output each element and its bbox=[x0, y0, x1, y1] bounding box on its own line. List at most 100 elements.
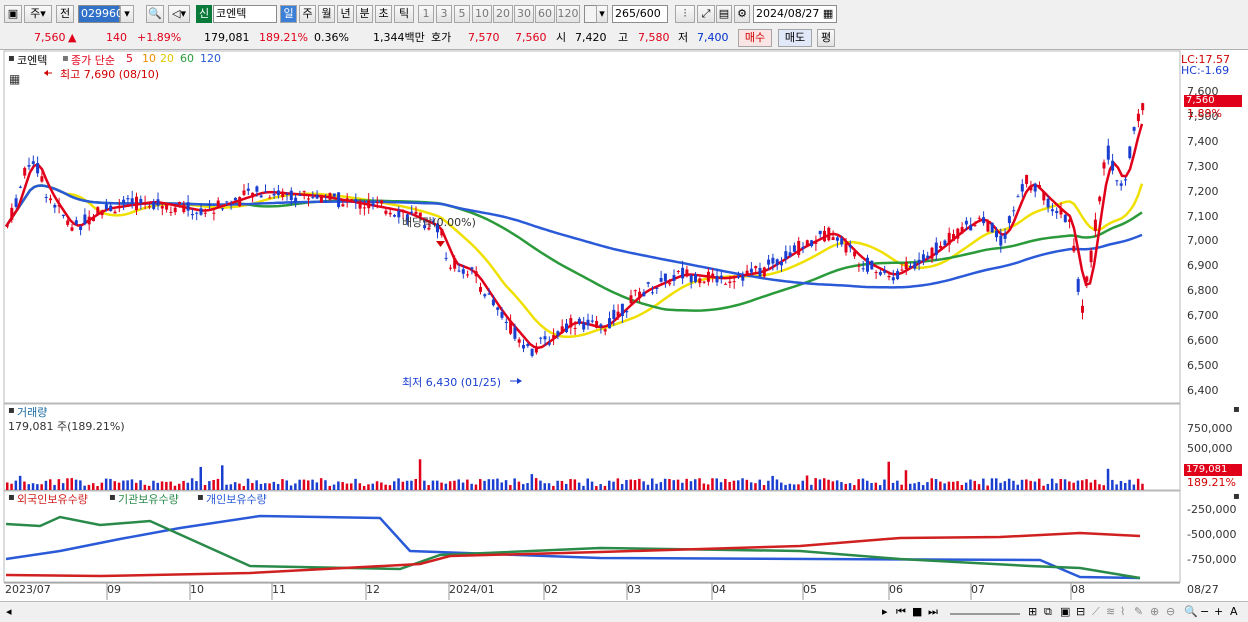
tf-week[interactable]: 주 bbox=[299, 5, 316, 23]
volume-bar bbox=[625, 479, 628, 490]
scroll-left-icon[interactable]: ◂ bbox=[6, 605, 12, 618]
panel-toggle-icon[interactable]: ▪ bbox=[8, 53, 15, 64]
volume-bar bbox=[939, 481, 942, 490]
candle-body bbox=[1085, 276, 1089, 282]
candle-type-icon[interactable]: ⫶ bbox=[675, 5, 695, 23]
interval-30[interactable]: 30 bbox=[514, 5, 534, 23]
x-axis-label: 02 bbox=[544, 583, 558, 596]
copy-icon[interactable]: ⧉ bbox=[1044, 605, 1052, 618]
candle-body bbox=[298, 194, 302, 196]
scroll-bar[interactable]: ◂ ▸ ⏮ ■ ⏭ ⊞ ⧉ ▣ ⊟ ⟋ ≋ ⌇ ✎ ⊕ ⊖ 🔍 − + A bbox=[0, 601, 1248, 622]
interval-120[interactable]: 120 bbox=[556, 5, 580, 23]
first-page-icon[interactable]: ⏮ bbox=[896, 605, 906, 618]
plus-icon[interactable]: + bbox=[1214, 605, 1223, 618]
scroll-right-icon[interactable]: ▸ bbox=[882, 605, 888, 618]
grid-icon[interactable]: ⊟ bbox=[1076, 605, 1085, 618]
volume-bar bbox=[61, 483, 65, 490]
volume-bar bbox=[302, 479, 306, 490]
tf-year[interactable]: 년 bbox=[337, 5, 354, 23]
volume-panel-toggle-icon[interactable]: ▪ bbox=[8, 405, 15, 416]
ma-toggle-icon[interactable]: ▪ bbox=[62, 53, 69, 64]
holding-panel-close-icon[interactable]: ▪ bbox=[1233, 491, 1240, 502]
tf-month[interactable]: 월 bbox=[318, 5, 335, 23]
volume-bar bbox=[827, 479, 830, 490]
candle-body bbox=[496, 307, 500, 310]
font-size-icon[interactable]: A bbox=[1230, 605, 1238, 618]
candle-body bbox=[818, 230, 822, 235]
wave-icon[interactable]: ⌇ bbox=[1120, 605, 1125, 618]
volume-bar bbox=[1020, 479, 1024, 490]
tf-tick[interactable]: 틱 bbox=[394, 5, 414, 23]
candle-body bbox=[646, 282, 650, 284]
trend-line-icon[interactable]: ⟋ bbox=[1092, 605, 1100, 618]
tf-second[interactable]: 초 bbox=[375, 5, 392, 23]
pen-icon[interactable]: ✎ bbox=[1134, 605, 1143, 618]
candle-body bbox=[956, 228, 960, 239]
chart-canvas[interactable] bbox=[0, 50, 1248, 601]
candle-body bbox=[823, 230, 826, 242]
volume-bar bbox=[225, 484, 228, 490]
interval-5[interactable]: 5 bbox=[454, 5, 470, 23]
search-icon[interactable]: 🔍 bbox=[146, 5, 164, 23]
holding-panel-toggle-icon[interactable]: ▪ bbox=[8, 492, 15, 503]
candle-body bbox=[66, 220, 70, 225]
eval-button[interactable]: 평 bbox=[817, 29, 835, 47]
zoom-out-icon[interactable]: ⊖ bbox=[1166, 605, 1175, 618]
magnifier-icon[interactable]: 🔍 bbox=[1184, 605, 1198, 618]
volume-bar bbox=[870, 483, 873, 490]
interval-20[interactable]: 20 bbox=[493, 5, 513, 23]
zoom-slider[interactable] bbox=[950, 605, 1020, 615]
stock-code-input[interactable]: 029960 bbox=[78, 5, 123, 23]
zoom-in-icon[interactable]: ⊕ bbox=[1150, 605, 1159, 618]
volume-bar bbox=[74, 479, 78, 490]
period-select[interactable]: 주▾ bbox=[24, 5, 52, 23]
last-page-icon[interactable]: ⏭ bbox=[928, 605, 938, 618]
candle-body bbox=[569, 318, 573, 328]
candle-body bbox=[887, 275, 891, 278]
sell-button[interactable]: 매도 bbox=[778, 29, 812, 47]
candle-body bbox=[934, 242, 938, 256]
stock-name-field[interactable]: 코엔텍 bbox=[213, 5, 277, 23]
volume-bar bbox=[883, 479, 886, 490]
legend-individual-toggle-icon[interactable]: ▪ bbox=[197, 492, 204, 503]
candle-body bbox=[23, 167, 27, 176]
image-icon[interactable]: ▣ bbox=[1060, 605, 1070, 618]
chart-settings-icon[interactable]: ▦ bbox=[9, 72, 20, 86]
legend-individual: 개인보유수량 bbox=[206, 493, 267, 506]
interval-60[interactable]: 60 bbox=[535, 5, 555, 23]
volume-bar bbox=[814, 478, 817, 490]
buy-button[interactable]: 매수 bbox=[738, 29, 772, 47]
code-dropdown-icon[interactable]: ▾ bbox=[120, 5, 134, 23]
draw-tool-icon[interactable]: ⤢ bbox=[697, 5, 715, 23]
gear-icon[interactable]: ⚙ bbox=[734, 5, 750, 23]
interval-3[interactable]: 3 bbox=[436, 5, 452, 23]
volume-bar bbox=[1068, 481, 1071, 490]
candle-body bbox=[676, 271, 680, 273]
volume-bar bbox=[1102, 485, 1105, 490]
chart-area[interactable]: ▪ 코엔텍 ▪ 종가 단순 5 10 20 60 120 ▦ 최고 7,690 … bbox=[0, 50, 1248, 601]
crosshair-icon[interactable]: ⊞ bbox=[1028, 605, 1037, 618]
volume-panel-close-icon[interactable]: ▪ bbox=[1233, 404, 1240, 415]
save-icon[interactable]: ▤ bbox=[716, 5, 732, 23]
candle-body bbox=[242, 190, 246, 195]
volume-bar bbox=[487, 479, 491, 490]
tf-day[interactable]: 일 bbox=[280, 5, 297, 23]
data-count-field[interactable]: 265/600 bbox=[612, 5, 668, 23]
speaker-icon[interactable]: ◁▾ bbox=[168, 5, 190, 23]
interval-1[interactable]: 1 bbox=[418, 5, 434, 23]
tf-minute[interactable]: 분 bbox=[356, 5, 373, 23]
calendar-icon[interactable]: ▦ bbox=[823, 7, 833, 20]
interval-dropdown-icon[interactable]: ▾ bbox=[596, 5, 608, 23]
layout-icon[interactable]: ▣ bbox=[4, 5, 22, 23]
minus-icon[interactable]: − bbox=[1200, 605, 1209, 618]
open-label: 시 bbox=[556, 31, 567, 44]
candle-body bbox=[728, 281, 732, 284]
volume-bar bbox=[109, 478, 112, 490]
candle-body bbox=[926, 255, 930, 258]
stop-icon[interactable]: ■ bbox=[912, 605, 922, 618]
interval-10[interactable]: 10 bbox=[472, 5, 492, 23]
fib-icon[interactable]: ≋ bbox=[1106, 605, 1115, 618]
prev-button[interactable]: 전 bbox=[56, 5, 74, 23]
date-field[interactable]: 2024/08/27 ▦ bbox=[753, 5, 837, 23]
legend-institution-toggle-icon[interactable]: ▪ bbox=[109, 492, 116, 503]
